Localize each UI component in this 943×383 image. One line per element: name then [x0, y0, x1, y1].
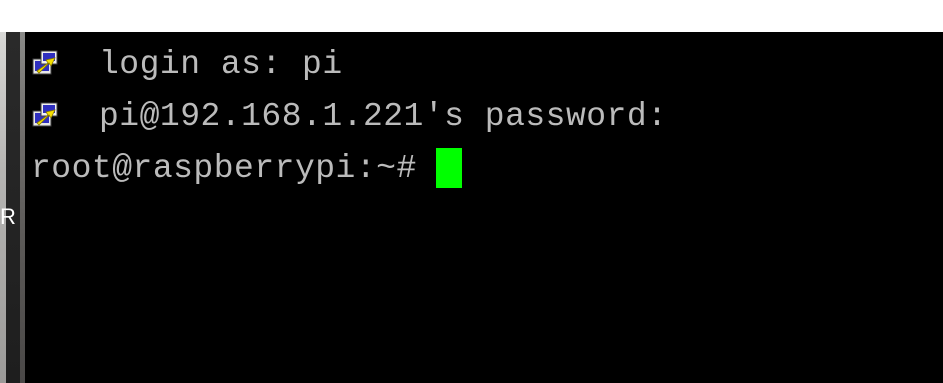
terminal-line-text: login as: pi: [99, 45, 343, 83]
putty-icon: [32, 50, 58, 75]
terminal-line: pi@192.168.1.221's password:: [31, 96, 668, 136]
top-margin: [0, 0, 943, 32]
terminal-line-text: pi@192.168.1.221's password:: [99, 97, 668, 135]
putty-icon: [32, 102, 58, 127]
shell-prompt: root@raspberrypi:~#: [31, 149, 417, 187]
terminal-window[interactable]: login as: pi pi@192.168.1.221's password…: [25, 32, 943, 383]
terminal-prompt-line[interactable]: root@raspberrypi:~#: [31, 148, 462, 188]
terminal-cursor[interactable]: [435, 148, 462, 188]
background-window-edge: R: [0, 32, 25, 383]
terminal-line: login as: pi: [31, 44, 343, 84]
background-window-letter: R: [0, 204, 16, 229]
